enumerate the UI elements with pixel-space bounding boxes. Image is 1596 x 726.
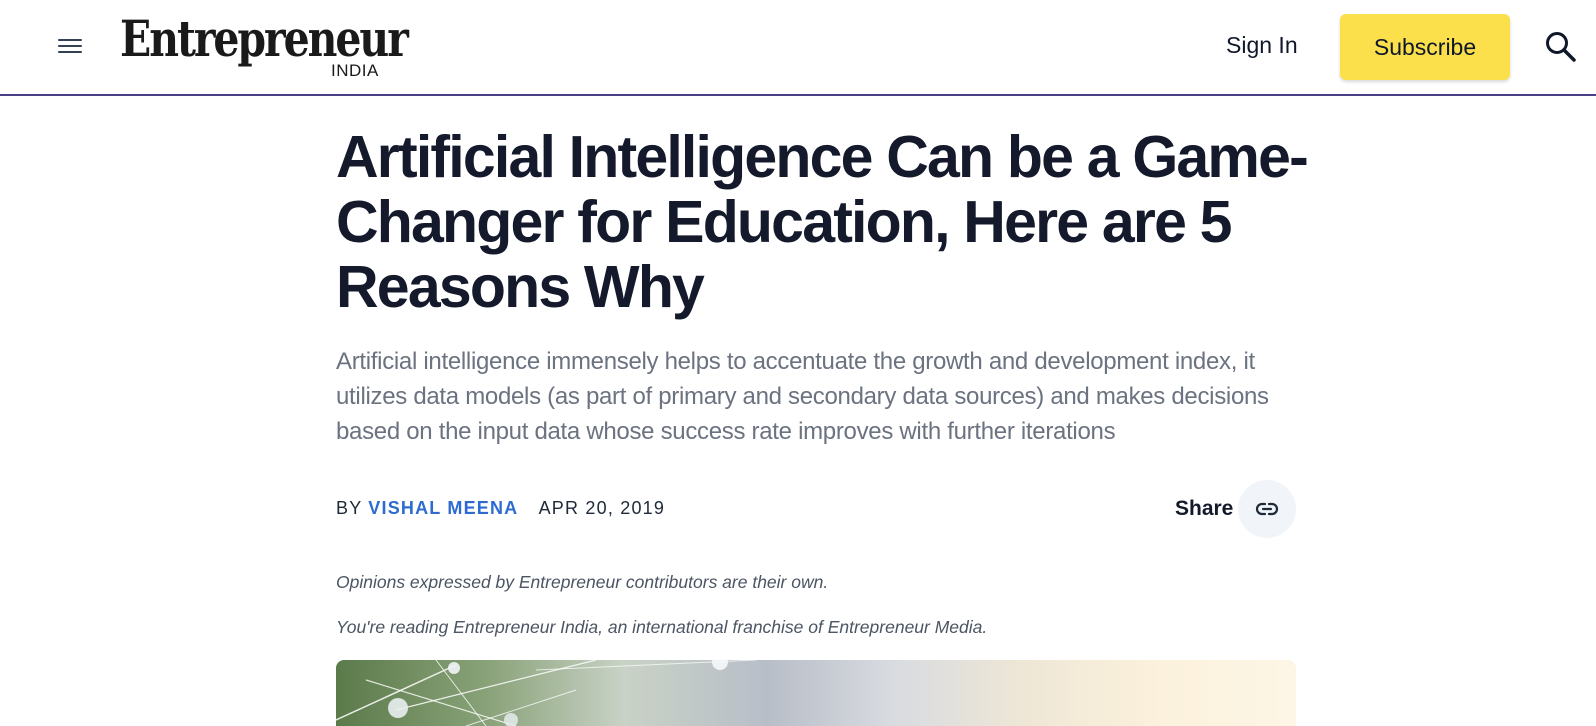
article-byline: BY VISHAL MEENA APR 20, 2019 (336, 498, 665, 519)
hamburger-menu-icon[interactable] (58, 35, 82, 57)
subscribe-button[interactable]: Subscribe (1340, 14, 1510, 80)
author-link[interactable]: VISHAL MEENA (368, 498, 518, 518)
share-link-button[interactable] (1238, 480, 1296, 538)
logo-edition: INDIA (331, 61, 379, 80)
search-icon[interactable] (1544, 30, 1578, 64)
franchise-note: You're reading Entrepreneur India, an in… (336, 617, 988, 637)
site-header: Entrepreneur INDIA Sign In Subscribe (0, 0, 1596, 96)
site-logo[interactable]: Entrepreneur INDIA (120, 8, 470, 80)
publish-date: APR 20, 2019 (538, 498, 666, 518)
sign-in-link[interactable]: Sign In (1226, 32, 1298, 59)
article-dek: Artificial intelligence immensely helps … (336, 348, 1269, 445)
link-icon (1255, 502, 1279, 516)
byline-prefix: BY (336, 498, 363, 518)
article-title: Artificial Intelligence Can be a Game-Ch… (336, 124, 1309, 320)
contributor-disclaimer: Opinions expressed by Entrepreneur contr… (336, 572, 829, 592)
hero-image (336, 660, 1296, 726)
share-label: Share (1175, 497, 1234, 520)
